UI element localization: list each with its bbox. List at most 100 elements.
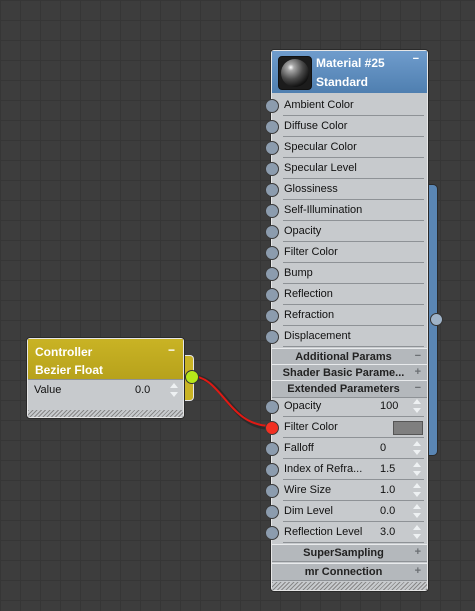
value-field[interactable]: 0.0 xyxy=(135,384,150,396)
expand-toggle[interactable]: + xyxy=(415,366,421,378)
param-label: Opacity xyxy=(284,400,322,412)
group-supersampling[interactable]: SuperSampling + xyxy=(272,544,427,562)
controller-header[interactable]: Controller Bezier Float − xyxy=(28,339,183,379)
group-label: Extended Parameters xyxy=(287,383,400,395)
slot-refraction[interactable]: Refraction xyxy=(265,305,427,326)
param-label: Index of Refra... xyxy=(284,463,363,475)
controller-value-row: Value 0.0 xyxy=(28,379,183,400)
collapse-toggle[interactable]: − xyxy=(415,350,421,362)
group-label: SuperSampling xyxy=(303,547,384,559)
slot-reflection[interactable]: Reflection xyxy=(265,284,427,305)
spinner-icon[interactable] xyxy=(412,398,422,414)
input-socket[interactable] xyxy=(265,120,279,134)
slot-specular-level[interactable]: Specular Level xyxy=(265,158,427,179)
group-label: Shader Basic Parame... xyxy=(282,367,405,379)
input-socket[interactable] xyxy=(265,484,279,498)
param-value[interactable]: 0 xyxy=(380,442,386,454)
param-dim-level[interactable]: Dim Level 0.0 xyxy=(265,501,427,522)
input-socket[interactable] xyxy=(265,183,279,197)
input-socket[interactable] xyxy=(265,442,279,456)
input-socket[interactable] xyxy=(265,99,279,113)
param-label: Reflection Level xyxy=(284,526,363,538)
slot-label: Opacity xyxy=(284,225,322,237)
param-value[interactable]: 0.0 xyxy=(380,505,395,517)
param-filter-color[interactable]: Filter Color xyxy=(265,417,427,438)
controller-output-socket[interactable] xyxy=(185,370,199,384)
input-socket[interactable] xyxy=(265,204,279,218)
material-header[interactable]: Material #25 Standard − xyxy=(272,51,427,93)
slot-glossiness[interactable]: Glossiness xyxy=(265,179,427,200)
spinner-icon[interactable] xyxy=(412,482,422,498)
group-mr-connection[interactable]: mr Connection + xyxy=(272,563,427,581)
value-label: Value xyxy=(34,384,62,396)
input-socket[interactable] xyxy=(265,330,279,344)
input-socket[interactable] xyxy=(265,505,279,519)
slot-label: Refraction xyxy=(284,309,335,321)
slot-filter-color[interactable]: Filter Color xyxy=(265,242,427,263)
resize-grip[interactable] xyxy=(272,582,427,590)
input-socket[interactable] xyxy=(265,162,279,176)
slot-specular-color[interactable]: Specular Color xyxy=(265,137,427,158)
param-index-of-refraction[interactable]: Index of Refra... 1.5 xyxy=(265,459,427,480)
slot-self-illumination[interactable]: Self-Illumination xyxy=(265,200,427,221)
input-socket[interactable] xyxy=(265,225,279,239)
param-reflection-level[interactable]: Reflection Level 3.0 xyxy=(265,522,427,543)
controller-minimize-button[interactable]: − xyxy=(168,343,175,357)
slot-label: Bump xyxy=(284,267,313,279)
material-node[interactable]: Material #25 Standard − Ambient Color Di… xyxy=(265,50,428,591)
material-output-socket[interactable] xyxy=(430,313,443,326)
spinner-icon[interactable] xyxy=(412,440,422,456)
slot-ambient-color[interactable]: Ambient Color xyxy=(265,95,427,116)
slot-label: Displacement xyxy=(284,330,351,342)
expand-toggle[interactable]: + xyxy=(415,546,421,558)
param-opacity[interactable]: Opacity 100 xyxy=(265,396,427,417)
slot-label: Self-Illumination xyxy=(284,204,363,216)
input-socket[interactable] xyxy=(265,267,279,281)
param-label: Falloff xyxy=(284,442,314,454)
group-label: Additional Params xyxy=(295,351,392,363)
resize-grip[interactable] xyxy=(28,410,183,417)
slot-opacity[interactable]: Opacity xyxy=(265,221,427,242)
slot-label: Filter Color xyxy=(284,246,338,258)
color-swatch[interactable] xyxy=(393,421,423,435)
input-socket[interactable] xyxy=(265,463,279,477)
param-label: Filter Color xyxy=(284,421,338,433)
controller-title: Controller xyxy=(35,345,93,359)
expand-toggle[interactable]: + xyxy=(415,565,421,577)
slot-label: Ambient Color xyxy=(284,99,354,111)
collapse-toggle[interactable]: − xyxy=(415,382,421,394)
slot-bump[interactable]: Bump xyxy=(265,263,427,284)
spinner-icon[interactable] xyxy=(412,503,422,519)
material-title: Material #25 xyxy=(316,56,385,70)
controller-type: Bezier Float xyxy=(35,363,104,377)
param-value[interactable]: 100 xyxy=(380,400,398,412)
input-socket[interactable] xyxy=(265,400,279,414)
material-preview-sphere-icon xyxy=(278,56,312,90)
input-socket[interactable] xyxy=(265,309,279,323)
controller-node[interactable]: Controller Bezier Float − Value 0.0 xyxy=(27,338,184,418)
slot-displacement[interactable]: Displacement xyxy=(265,326,427,347)
input-socket[interactable] xyxy=(265,288,279,302)
spinner-icon[interactable] xyxy=(412,524,422,540)
input-socket-connected[interactable] xyxy=(265,421,279,435)
group-label: mr Connection xyxy=(304,566,383,578)
param-label: Dim Level xyxy=(284,505,333,517)
param-value[interactable]: 1.0 xyxy=(380,484,395,496)
param-label: Wire Size xyxy=(284,484,332,496)
param-value[interactable]: 1.5 xyxy=(380,463,395,475)
param-value[interactable]: 3.0 xyxy=(380,526,395,538)
slot-label: Diffuse Color xyxy=(284,120,348,132)
slot-diffuse-color[interactable]: Diffuse Color xyxy=(265,116,427,137)
slot-label: Specular Level xyxy=(284,162,357,174)
value-spinner-icon[interactable] xyxy=(169,382,179,398)
input-socket[interactable] xyxy=(265,246,279,260)
slot-label: Reflection xyxy=(284,288,333,300)
input-socket[interactable] xyxy=(265,141,279,155)
material-type: Standard xyxy=(316,75,369,89)
spinner-icon[interactable] xyxy=(412,461,422,477)
param-wire-size[interactable]: Wire Size 1.0 xyxy=(265,480,427,501)
slot-label: Glossiness xyxy=(284,183,338,195)
input-socket[interactable] xyxy=(265,526,279,540)
material-minimize-button[interactable]: − xyxy=(413,53,419,65)
param-falloff[interactable]: Falloff 0 xyxy=(265,438,427,459)
